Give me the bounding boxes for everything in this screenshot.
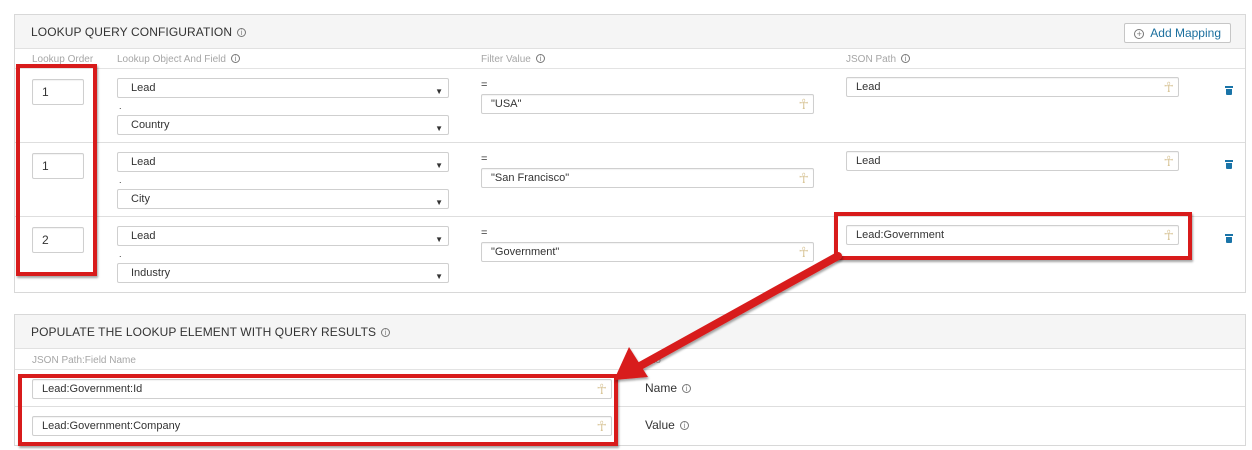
lookup-field-select[interactable]: Industry ▼ [117,263,449,283]
lookup-field-value: Industry [131,267,171,279]
info-icon[interactable]: i [679,421,689,430]
lookup-object-select[interactable]: Lead ▼ [117,226,449,246]
populate-column-headers: JSON Path:Field Name nto [15,349,1245,370]
json-path-text: Lead [856,81,881,93]
ankh-key-icon[interactable]: ☥ [799,96,809,112]
add-circle-icon: + [1134,29,1145,39]
lookup-field-select[interactable]: Country ▼ [117,115,449,135]
caret-down-icon: ▼ [435,87,443,96]
column-header-into: nto [647,355,661,366]
annotation-box-populate-fields [18,374,618,446]
filter-value-input[interactable]: "USA" ☥ [481,94,814,114]
info-icon[interactable]: i [682,384,692,393]
populate-target-text: Name [645,381,678,395]
populate-header: POPULATE THE LOOKUP ELEMENT WITH QUERY R… [15,315,1245,349]
lookup-object-value: Lead [131,82,156,94]
info-icon[interactable]: i [535,54,545,63]
caret-down-icon: ▼ [435,198,443,207]
populate-title-text: POPULATE THE LOOKUP ELEMENT WITH QUERY R… [31,325,377,339]
info-icon[interactable]: i [901,54,911,63]
lookup-row: 1 Lead ▼ . Country ▼ = "USA" ☥ Lead ☥ [15,69,1245,143]
column-header-filter-value-text: Filter Value [481,54,531,65]
populate-title: POPULATE THE LOOKUP ELEMENT WITH QUERY R… [31,325,391,339]
lookup-object-value: Lead [131,230,156,242]
object-field-separator: . [119,101,122,111]
column-header-filter-value: Filter Value i [481,54,545,65]
json-path-input[interactable]: Lead ☥ [846,151,1179,171]
add-mapping-button[interactable]: + Add Mapping [1124,23,1231,43]
trash-icon[interactable] [1225,234,1233,243]
filter-operator: = [481,153,488,165]
lookup-object-select[interactable]: Lead ▼ [117,152,449,172]
annotation-box-lookup-order [16,64,97,276]
lookup-field-value: Country [131,119,170,131]
trash-icon[interactable] [1225,86,1233,95]
ankh-key-icon[interactable]: ☥ [799,244,809,260]
object-field-separator: . [119,249,122,259]
filter-value-input[interactable]: "San Francisco" ☥ [481,168,814,188]
populate-target-text: Value [645,418,675,432]
ankh-key-icon[interactable]: ☥ [1164,153,1174,169]
ankh-key-icon[interactable]: ☥ [1164,79,1174,95]
caret-down-icon: ▼ [435,235,443,244]
filter-value-text: "Government" [491,246,560,258]
column-header-json-path: JSON Path i [846,54,911,65]
lookup-row: 1 Lead ▼ . City ▼ = "San Francisco" ☥ Lead ☥ [15,143,1245,217]
column-header-json-path-field: JSON Path:Field Name [32,355,136,366]
lookup-query-title-text: LOOKUP QUERY CONFIGURATION [31,25,233,39]
column-header-json-path-text: JSON Path [846,54,897,65]
filter-value-text: "San Francisco" [491,172,570,184]
info-icon[interactable]: i [237,28,247,37]
info-icon[interactable]: i [381,328,391,337]
add-mapping-label: Add Mapping [1150,26,1221,40]
filter-operator: = [481,227,488,239]
object-field-separator: . [119,175,122,185]
trash-icon[interactable] [1225,160,1233,169]
ankh-key-icon[interactable]: ☥ [799,170,809,186]
lookup-column-headers: Lookup Order Lookup Object And Field i Fi… [15,49,1245,69]
lookup-query-title: LOOKUP QUERY CONFIGURATION i [31,25,247,39]
lookup-query-header: LOOKUP QUERY CONFIGURATION i + Add Mapping [15,15,1245,49]
info-icon[interactable]: i [230,54,240,63]
annotation-box-json-path [834,212,1192,260]
lookup-object-select[interactable]: Lead ▼ [117,78,449,98]
caret-down-icon: ▼ [435,161,443,170]
filter-value-text: "USA" [491,98,522,110]
populate-target-label: Name i [645,381,692,395]
filter-operator: = [481,79,488,91]
column-header-object-field-text: Lookup Object And Field [117,54,226,65]
json-path-text: Lead [856,155,881,167]
json-path-input[interactable]: Lead ☥ [846,77,1179,97]
lookup-field-value: City [131,193,150,205]
caret-down-icon: ▼ [435,124,443,133]
filter-value-input[interactable]: "Government" ☥ [481,242,814,262]
caret-down-icon: ▼ [435,272,443,281]
lookup-object-value: Lead [131,156,156,168]
lookup-field-select[interactable]: City ▼ [117,189,449,209]
populate-target-label: Value i [645,418,689,432]
column-header-object-field: Lookup Object And Field i [117,54,240,65]
